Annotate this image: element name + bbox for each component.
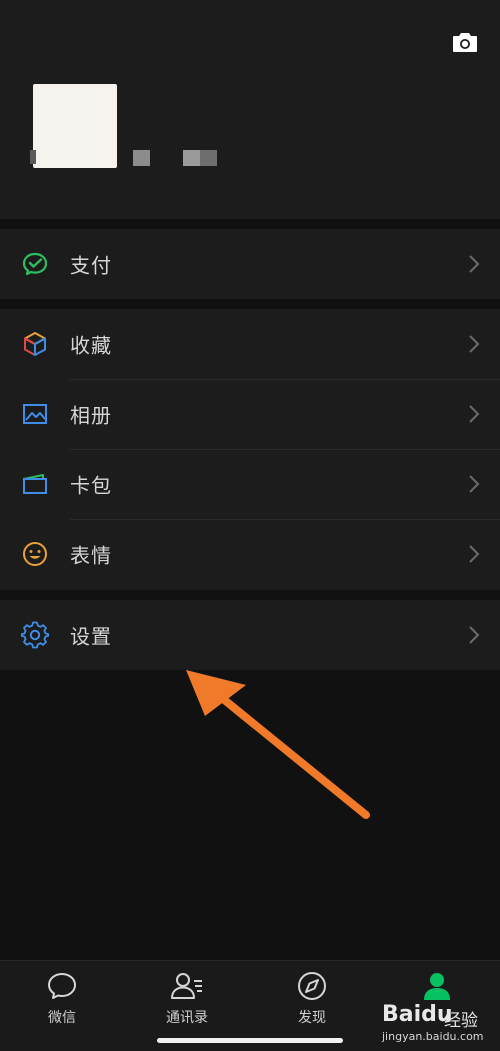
profile-header: [0, 0, 500, 219]
watermark-text: 经验: [444, 1011, 478, 1031]
tab-contacts[interactable]: 通讯录: [147, 969, 227, 1029]
menu-item-settings[interactable]: 设置: [0, 600, 500, 670]
settings-section: 设置: [0, 600, 500, 670]
menu-item-album[interactable]: 相册: [0, 379, 500, 449]
menu-item-label: 表情: [70, 543, 112, 568]
features-section: 收藏 相册 卡包 表情: [0, 309, 500, 590]
menu-item-label: 卡包: [70, 473, 112, 498]
tab-label: 通讯录: [166, 1010, 208, 1026]
album-icon: [20, 399, 50, 429]
chevron-right-icon: [469, 405, 480, 423]
tab-discover[interactable]: 发现: [272, 969, 352, 1029]
chevron-right-icon: [469, 626, 480, 644]
pay-icon: [20, 249, 50, 279]
camera-button[interactable]: [451, 30, 479, 54]
contacts-icon: [170, 969, 204, 1003]
compass-icon: [295, 969, 329, 1003]
chevron-right-icon: [469, 545, 480, 563]
tab-chats[interactable]: 微信: [22, 969, 102, 1029]
menu-item-label: 支付: [70, 253, 112, 278]
menu-item-stickers[interactable]: 表情: [0, 519, 500, 589]
watermark-brand: Baidu: [382, 1002, 453, 1027]
menu-item-card-wallet[interactable]: 卡包: [0, 449, 500, 519]
gear-icon: [20, 620, 50, 650]
sticker-face-icon: [20, 539, 50, 569]
favorites-cube-icon: [20, 329, 50, 359]
tab-label: 发现: [298, 1010, 326, 1026]
camera-icon: [453, 33, 477, 52]
chevron-right-icon: [469, 255, 480, 273]
chat-bubble-icon: [45, 969, 79, 1003]
menu-item-label: 相册: [70, 403, 112, 428]
menu-item-label: 设置: [70, 624, 112, 649]
chevron-right-icon: [469, 475, 480, 493]
watermark-url: jingyan.baidu.com: [382, 1030, 484, 1043]
pay-section: 支付: [0, 229, 500, 299]
avatar[interactable]: [33, 84, 117, 168]
baidu-jingyan-watermark: Baidu 经验 jingyan.baidu.com: [382, 996, 492, 1044]
tab-label: 微信: [48, 1010, 76, 1026]
menu-item-pay[interactable]: 支付: [0, 229, 500, 299]
menu-item-favorites[interactable]: 收藏: [0, 309, 500, 379]
menu-item-label: 收藏: [70, 333, 112, 358]
card-wallet-icon: [20, 469, 50, 499]
chevron-right-icon: [469, 335, 480, 353]
home-indicator: [157, 1038, 343, 1043]
